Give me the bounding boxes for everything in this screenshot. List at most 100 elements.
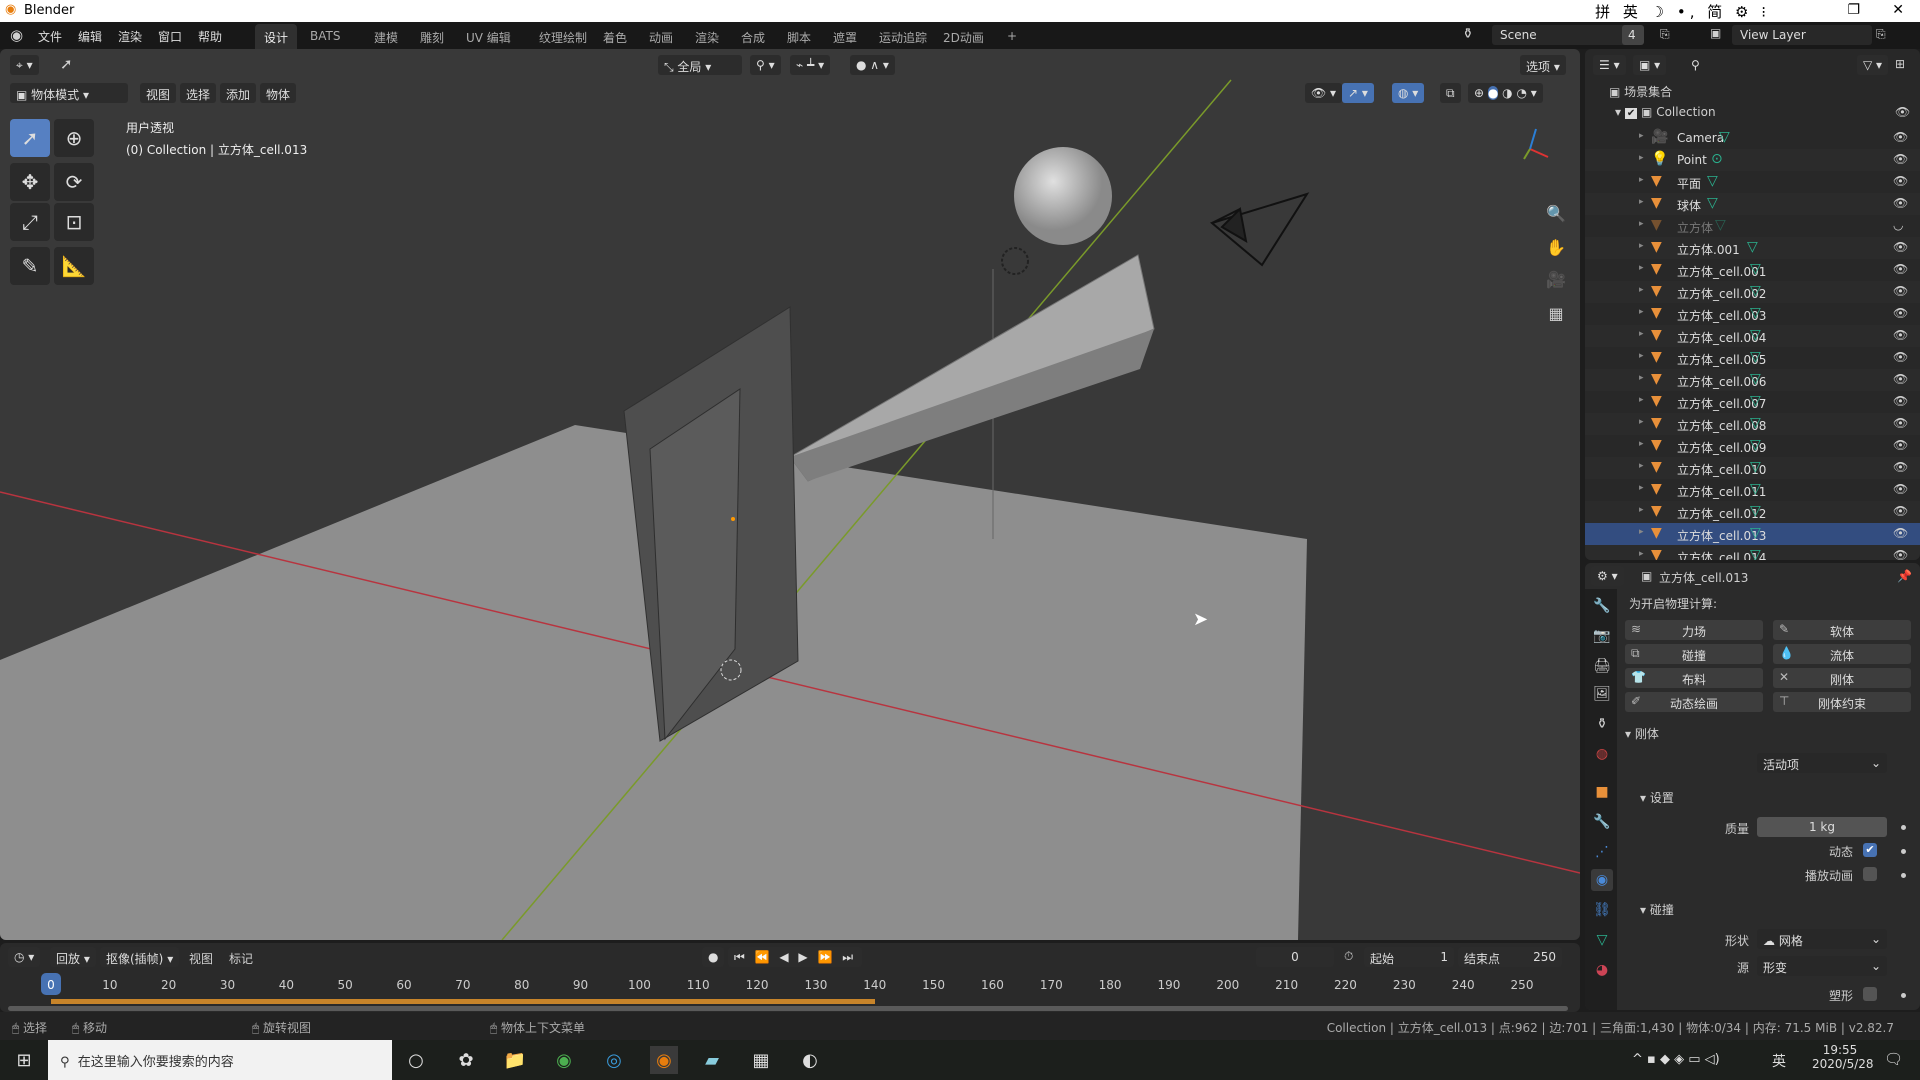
light-data-icon[interactable]: ⊙ bbox=[1711, 151, 1723, 167]
rotate-tool[interactable]: ⟳ bbox=[54, 163, 94, 201]
timeline-marker-menu[interactable]: 标记 bbox=[229, 950, 253, 967]
workspace-tab[interactable]: 着色 bbox=[594, 24, 636, 49]
eye-icon[interactable]: 👁 bbox=[1893, 372, 1908, 386]
mesh-data-icon[interactable]: ▽ bbox=[1750, 503, 1761, 519]
workspace-tab[interactable]: 合成 bbox=[732, 24, 774, 49]
clock[interactable]: 19:55 2020/5/28 bbox=[1812, 1043, 1874, 1071]
outliner-item-name[interactable]: Camera bbox=[1677, 131, 1724, 145]
camera-data-icon[interactable]: ▽ bbox=[1719, 129, 1730, 145]
eye-icon[interactable]: 👁 bbox=[1893, 284, 1908, 298]
mesh-data-icon[interactable]: ▽ bbox=[1707, 173, 1718, 189]
outliner-item-name[interactable]: 球体 bbox=[1677, 197, 1701, 214]
scene-name-field[interactable]: Scene bbox=[1492, 25, 1642, 45]
keying-menu[interactable]: 抠像(插帧) ▾ bbox=[100, 947, 180, 967]
workspace-tab[interactable]: 建模 bbox=[365, 24, 407, 49]
outliner-row[interactable]: ▸ ▼ 立方体.001 ▽ 👁 bbox=[1585, 237, 1920, 259]
eye-icon[interactable]: 👁 bbox=[1893, 174, 1908, 188]
eye-icon[interactable]: 👁 bbox=[1893, 262, 1908, 276]
start-frame-field[interactable]: 起始 1 bbox=[1364, 947, 1454, 967]
close-button[interactable]: ✕ bbox=[1892, 2, 1904, 18]
workspace-tab[interactable]: 脚本 bbox=[778, 24, 820, 49]
physics-button[interactable]: ≋ 力场 bbox=[1625, 620, 1763, 640]
cortana-icon[interactable]: ○ bbox=[402, 1046, 430, 1074]
eye-icon[interactable]: 👁 bbox=[1893, 504, 1908, 518]
camera-view-icon[interactable]: 🎥 bbox=[1542, 265, 1570, 293]
mesh-data-icon[interactable]: ▽ bbox=[1715, 217, 1726, 233]
workspace-tab[interactable]: 渲染 bbox=[686, 24, 728, 49]
calculator-icon[interactable]: ▦ bbox=[747, 1046, 775, 1074]
mesh-data-icon[interactable]: ▽ bbox=[1750, 393, 1761, 409]
eye-icon[interactable]: 👁 bbox=[1893, 438, 1908, 452]
workspace-tab[interactable]: UV 编辑 bbox=[457, 24, 520, 49]
mesh-data-icon[interactable]: ▽ bbox=[1750, 327, 1761, 343]
properties-editor[interactable]: ⚙ ▾ ▣ 立方体_cell.013 📌 🔧 📷 🖨 🖼 ⚱ ◍ ■ 🔧 ⋰ ◉… bbox=[1585, 563, 1920, 1010]
new-collection-icon[interactable]: ⊞ bbox=[1895, 57, 1905, 71]
render-tab-icon[interactable]: 📷 bbox=[1591, 625, 1613, 647]
outliner-item-name[interactable]: 立方体.001 bbox=[1677, 241, 1740, 258]
keyframe-dot[interactable] bbox=[1901, 873, 1906, 878]
outliner[interactable]: ☰ ▾ ▣ ▾ ⚲ ▽ ▾ ⊞ ▣ 场景集合 ▾ ✔ ▣ Collection 👁… bbox=[1585, 49, 1920, 560]
outliner-row[interactable]: ▸ ▼ 立方体_cell.006 ▽ 👁 bbox=[1585, 369, 1920, 391]
mesh-data-icon[interactable]: ▽ bbox=[1707, 195, 1718, 211]
dynamic-checkbox[interactable]: ✔ bbox=[1863, 843, 1877, 857]
eye-icon[interactable]: 👁 bbox=[1895, 105, 1910, 119]
menu-3[interactable]: 窗口 bbox=[158, 28, 182, 45]
eye-icon[interactable]: 👁 bbox=[1893, 350, 1908, 364]
mesh-data-icon[interactable]: ▽ bbox=[1750, 305, 1761, 321]
workspace-tab[interactable]: 动画 bbox=[640, 24, 682, 49]
annotate-tool[interactable]: ✎ bbox=[10, 247, 50, 285]
start-button[interactable]: ⊞ bbox=[10, 1046, 38, 1074]
outliner-row[interactable]: ▸ ▼ 立方体_cell.009 ▽ 👁 bbox=[1585, 435, 1920, 457]
outliner-row[interactable]: ▸ ▼ 立方体_cell.012 ▽ 👁 bbox=[1585, 501, 1920, 523]
visibility-dropdown[interactable]: 👁 ▾ bbox=[1305, 83, 1343, 103]
end-frame-field[interactable]: 结束点 250 bbox=[1458, 947, 1562, 967]
outliner-row[interactable]: ▸ ▼ 立方体_cell.001 ▽ 👁 bbox=[1585, 259, 1920, 281]
outliner-row[interactable]: ▸ ▼ 立方体_cell.008 ▽ 👁 bbox=[1585, 413, 1920, 435]
outliner-row[interactable]: ▸ ▼ 立方体_cell.013 ▽ 👁 bbox=[1585, 523, 1920, 545]
outliner-row[interactable]: ▸ 🎥 Camera ▽ 👁 bbox=[1585, 127, 1920, 149]
properties-editor-type[interactable]: ⚙ ▾ bbox=[1591, 566, 1624, 586]
menu-4[interactable]: 帮助 bbox=[198, 28, 222, 45]
obs-icon[interactable]: ◐ bbox=[796, 1046, 824, 1074]
source-dropdown[interactable]: 形变 ⌄ bbox=[1757, 956, 1887, 976]
settings-subpanel-header[interactable]: ▾ 设置 bbox=[1640, 789, 1674, 806]
mesh-data-icon[interactable]: ▽ bbox=[1747, 239, 1758, 255]
mesh-data-icon[interactable]: ▽ bbox=[1750, 547, 1761, 560]
options-dropdown[interactable]: 选项 ▾ bbox=[1520, 55, 1566, 75]
scale-tool[interactable]: ⤢ bbox=[10, 203, 50, 241]
browser-icon[interactable]: ◎ bbox=[600, 1046, 628, 1074]
outliner-item-name[interactable]: Point bbox=[1677, 153, 1707, 167]
eye-icon[interactable]: 👁 bbox=[1893, 130, 1908, 144]
menu-1[interactable]: 编辑 bbox=[78, 28, 102, 45]
scene-collection-row[interactable]: ▣ 场景集合 bbox=[1609, 83, 1672, 100]
menu-0[interactable]: 文件 bbox=[38, 28, 62, 45]
taskbar-search[interactable]: ⚲ 在这里输入你要搜索的内容 bbox=[48, 1040, 392, 1080]
physics-button[interactable]: 💧 流体 bbox=[1773, 644, 1911, 664]
shading-buttons[interactable]: ⊕ ● ◑ ◔ ▾ bbox=[1468, 83, 1543, 103]
measure-tool[interactable]: 📐 bbox=[54, 247, 94, 285]
view-layer-field[interactable]: View Layer bbox=[1732, 25, 1872, 45]
eye-icon[interactable]: 👁 bbox=[1893, 482, 1908, 496]
physics-button[interactable]: ✐ 动态绘画 bbox=[1625, 692, 1763, 712]
notifications-icon[interactable]: 🗨 bbox=[1884, 1050, 1903, 1068]
stopwatch-icon[interactable]: ⏱ bbox=[1344, 949, 1353, 964]
collection-row[interactable]: ▾ ✔ ▣ Collection 👁 bbox=[1615, 105, 1915, 119]
scene-icon[interactable]: ⚱ bbox=[1462, 26, 1474, 42]
workspace-tab[interactable]: 纹理绘制 bbox=[530, 24, 596, 49]
outliner-row[interactable]: ▸ ▼ 平面 ▽ 👁 bbox=[1585, 171, 1920, 193]
timeline-editor-type[interactable]: ◷ ▾ bbox=[8, 947, 41, 967]
editor-type-button[interactable]: ⌖ ▾ bbox=[10, 55, 39, 75]
menu-2[interactable]: 渲染 bbox=[118, 28, 142, 45]
outliner-row[interactable]: ▸ ▼ 立方体_cell.003 ▽ 👁 bbox=[1585, 303, 1920, 325]
particles-tab-icon[interactable]: ⋰ bbox=[1591, 841, 1613, 863]
notes-icon[interactable]: ▰ bbox=[698, 1046, 726, 1074]
3d-viewport[interactable]: ⌖ ▾ ➚ ⤡ 全局 ▾ ⚲ ▾ ⌁ ┷ ▾ ● ∧ ▾ 选项 ▾ ▣ 物体模式… bbox=[0, 49, 1580, 940]
mesh-data-icon[interactable]: ▽ bbox=[1750, 283, 1761, 299]
scene-tab-icon[interactable]: ⚱ bbox=[1591, 713, 1613, 735]
new-view-layer-icon[interactable]: ⎘ bbox=[1876, 27, 1886, 42]
outliner-row[interactable]: ▸ ▼ 球体 ▽ 👁 bbox=[1585, 193, 1920, 215]
select-box-icon[interactable]: ➚ bbox=[60, 55, 73, 73]
outliner-display-mode[interactable]: ☰ ▾ bbox=[1593, 55, 1626, 75]
app-icon[interactable]: ✿ bbox=[452, 1046, 480, 1074]
pin-icon[interactable]: 📌 bbox=[1897, 569, 1912, 583]
